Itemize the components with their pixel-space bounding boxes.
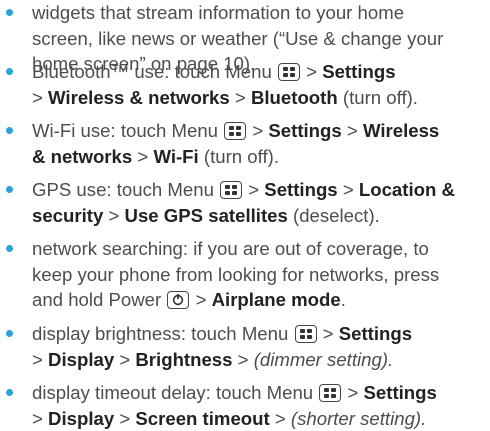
menu-path-airplane-mode: Airplane mode	[211, 289, 341, 310]
text-line: screen, like news or weather (“Use & cha…	[32, 27, 444, 49]
setting-hint: (dimmer setting).	[253, 348, 394, 370]
menu-key-icon	[224, 122, 247, 140]
menu-key-icon	[319, 384, 342, 402]
menu-path-wifi: Wi-Fi	[153, 145, 199, 167]
separator: >	[342, 179, 354, 200]
separator: >	[32, 348, 43, 370]
separator: >	[306, 61, 318, 82]
menu-path-wireless: Wireless	[362, 120, 440, 141]
text-segment: Bluetooth™ use: touch Menu	[32, 61, 272, 82]
separator: >	[252, 120, 264, 141]
menu-key-icon	[277, 63, 300, 81]
bullet-dot	[6, 389, 13, 396]
menu-path-brightness: Brightness	[135, 348, 233, 370]
text-segment: (turn off).	[342, 86, 418, 108]
menu-path-display: Display	[48, 407, 115, 429]
menu-path-use-gps: Use GPS satellites	[124, 204, 288, 226]
menu-path-wireless: Wireless & networks	[48, 86, 230, 108]
menu-path-bluetooth: Bluetooth	[250, 86, 338, 108]
text-segment: and hold Power	[32, 289, 162, 310]
separator: >	[347, 382, 359, 403]
manual-page: widgets that stream information to your …	[0, 0, 490, 431]
menu-path-settings: Settings	[338, 323, 413, 344]
separator: >	[322, 323, 334, 344]
separator: >	[32, 407, 43, 429]
text-segment: .	[340, 289, 346, 310]
bullet-dot	[6, 9, 13, 16]
menu-key-icon	[294, 325, 317, 343]
separator: >	[108, 204, 120, 226]
separator: >	[195, 289, 207, 310]
separator: >	[137, 145, 149, 167]
menu-path-location: Location &	[358, 179, 455, 200]
separator: >	[274, 407, 286, 429]
menu-path-settings: Settings	[268, 120, 342, 141]
separator: >	[119, 348, 131, 370]
bullet-dot	[6, 127, 13, 134]
menu-path-settings: Settings	[264, 179, 338, 200]
bullet-dot	[6, 186, 13, 193]
text-segment: display brightness: touch Menu	[32, 323, 289, 344]
text-segment: (deselect).	[293, 204, 380, 226]
separator: >	[32, 86, 43, 108]
separator: >	[119, 407, 131, 429]
separator: >	[237, 348, 249, 370]
menu-path-settings: Settings	[363, 382, 437, 403]
separator: >	[248, 179, 260, 200]
text-segment: Wi-Fi use: touch Menu	[32, 120, 219, 141]
menu-path-settings: Settings	[322, 61, 396, 82]
bullet-dot	[6, 330, 13, 337]
setting-hint: (shorter setting).	[290, 407, 427, 429]
bullet-dot	[6, 68, 13, 75]
text-line: keep your phone from looking for network…	[32, 263, 440, 285]
bullet-dot	[6, 245, 13, 252]
text-segment: (turn off).	[203, 145, 279, 167]
menu-path-location: security	[32, 204, 104, 226]
menu-path-screen-timeout: Screen timeout	[135, 407, 270, 429]
text-segment: display timeout delay: touch Menu	[32, 382, 314, 403]
menu-path-wireless: & networks	[32, 145, 133, 167]
power-key-icon	[167, 291, 190, 309]
text-line: network searching: if you are out of cov…	[32, 238, 429, 259]
separator: >	[234, 86, 246, 108]
separator: >	[346, 120, 358, 141]
text-segment: GPS use: touch Menu	[32, 179, 214, 200]
menu-key-icon	[220, 181, 243, 199]
text-line: widgets that stream information to your …	[32, 2, 405, 23]
menu-path-display: Display	[48, 348, 115, 370]
